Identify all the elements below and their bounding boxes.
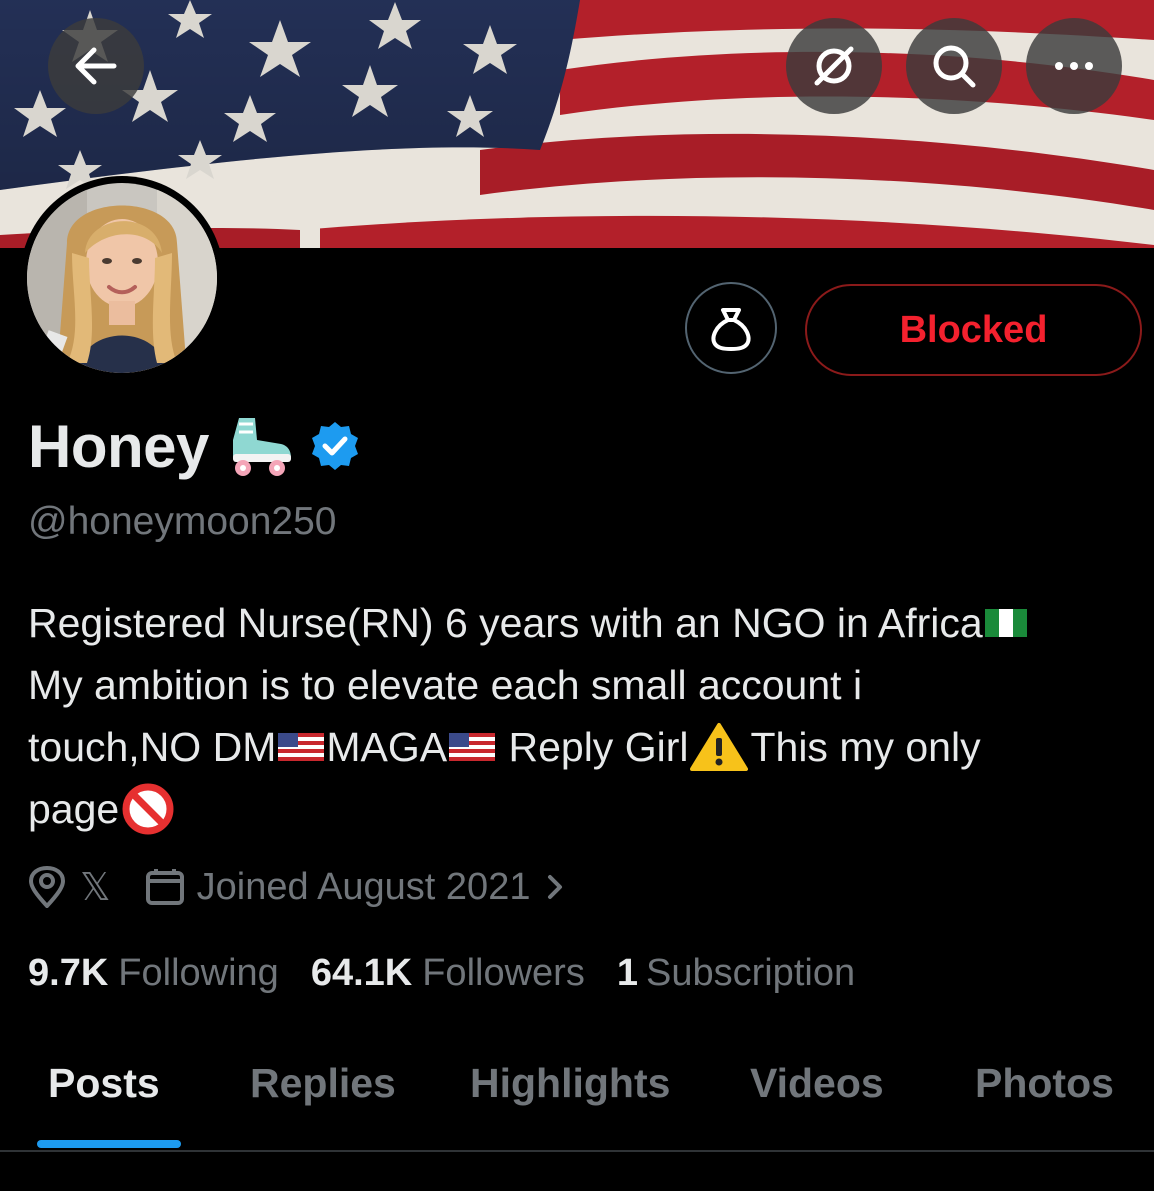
avatar-image <box>27 183 217 373</box>
following-label[interactable]: Following <box>118 952 279 995</box>
tab-posts[interactable]: Posts <box>48 1060 160 1107</box>
bio-line-4: page <box>28 778 1128 840</box>
prohibited-icon <box>122 783 174 835</box>
tab-replies[interactable]: Replies <box>250 1060 396 1107</box>
verified-badge-icon <box>311 422 358 470</box>
more-options-button[interactable] <box>1026 18 1122 114</box>
us-flag-icon <box>278 733 325 762</box>
profile-bio: Registered Nurse(RN) 6 years with an NGO… <box>28 592 1128 840</box>
blocked-button[interactable]: Blocked <box>805 284 1142 376</box>
active-tab-indicator <box>37 1140 181 1148</box>
following-count[interactable]: 9.7K <box>28 952 108 995</box>
calendar-icon <box>145 867 185 907</box>
chevron-right-icon[interactable] <box>546 873 564 901</box>
profile-name-row: Honey <box>28 410 361 482</box>
tab-highlights[interactable]: Highlights <box>470 1060 670 1107</box>
tip-button[interactable] <box>685 282 777 374</box>
tab-videos[interactable]: Videos <box>750 1060 884 1107</box>
search-icon <box>933 45 976 88</box>
followers-count[interactable]: 64.1K <box>311 952 412 995</box>
nigeria-flag-icon <box>984 609 1027 638</box>
more-icon <box>1055 62 1093 70</box>
display-name: Honey <box>28 412 209 480</box>
grok-icon <box>814 46 854 86</box>
joined-date: Joined August 2021 <box>196 865 531 908</box>
subscription-label[interactable]: Subscription <box>646 952 855 995</box>
avatar[interactable] <box>20 176 224 380</box>
bio-line-2: My ambition is to elevate each small acc… <box>28 662 863 708</box>
profile-handle: @honeymoon250 <box>28 500 337 543</box>
back-button[interactable] <box>48 18 144 114</box>
profile-location: 𝕏 <box>80 866 111 909</box>
subscription-count[interactable]: 1 <box>617 952 638 995</box>
grok-button[interactable] <box>786 18 882 114</box>
us-flag-icon <box>449 733 496 762</box>
location-pin-icon <box>28 866 66 908</box>
search-button[interactable] <box>906 18 1002 114</box>
followers-label[interactable]: Followers <box>422 952 585 995</box>
tabs-divider <box>0 1150 1154 1152</box>
bio-line-3: touch,NO DM MAGA Reply Girl This my only <box>28 716 1128 778</box>
bio-line-1: Registered Nurse(RN) 6 years with an NGO… <box>28 592 1128 654</box>
money-bag-icon <box>711 308 751 351</box>
warning-icon <box>690 723 749 772</box>
arrow-left-icon <box>75 47 117 85</box>
profile-meta: 𝕏 Joined August 2021 <box>28 862 564 912</box>
roller-skate-icon <box>232 418 291 476</box>
profile-tabs: Posts Replies Highlights Videos Photos <box>0 1040 1154 1150</box>
profile-stats: 9.7K Following 64.1K Followers 1 Subscri… <box>28 948 887 998</box>
tab-photos[interactable]: Photos <box>975 1060 1114 1107</box>
